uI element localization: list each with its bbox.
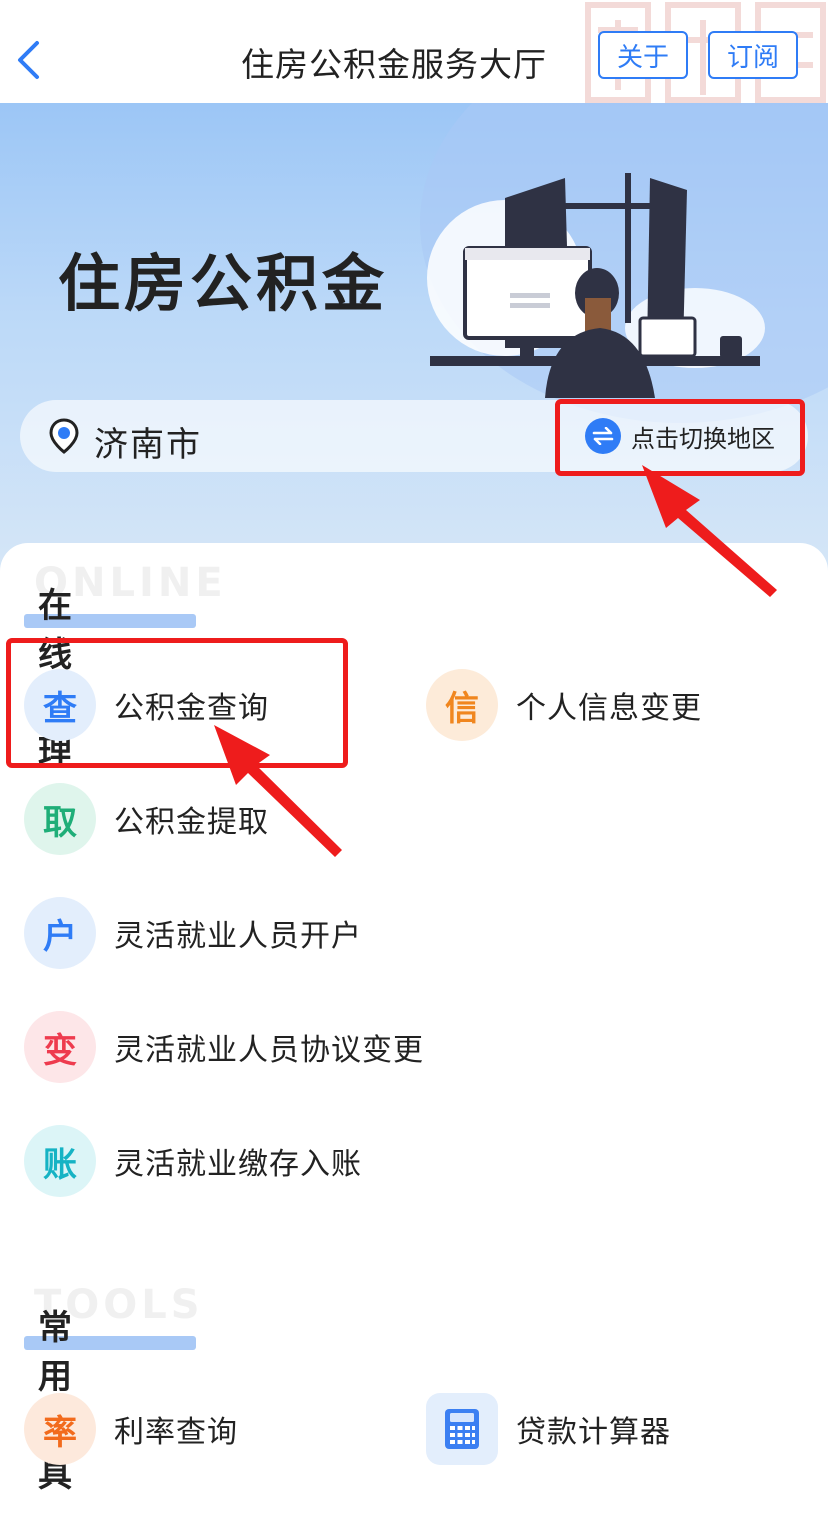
service-flexible-account-open[interactable]: 户 灵活就业人员开户 (24, 896, 362, 970)
annotation-highlight-query (6, 638, 348, 768)
tool-label: 利率查询 (114, 1415, 238, 1450)
tool-label: 贷款计算器 (516, 1415, 671, 1450)
page-title: 住房公积金服务大厅 (241, 45, 547, 84)
current-city: 济南市 (94, 425, 202, 465)
service-personal-info-change[interactable]: 信 个人信息变更 (426, 668, 702, 742)
hero-title: 住房公积金 (58, 247, 389, 320)
service-label: 公积金提取 (114, 805, 269, 840)
service-provident-fund-withdraw[interactable]: 取 公积金提取 (24, 782, 269, 856)
subscribe-button[interactable]: 订阅 (708, 31, 798, 79)
badge-account: 户 (24, 897, 96, 969)
tool-loan-calculator[interactable]: 贷款计算器 (426, 1392, 671, 1466)
badge-rate: 率 (24, 1393, 96, 1465)
top-nav-bar: 住房公积金服务大厅 关于 订阅 (0, 0, 828, 104)
service-label: 个人信息变更 (516, 691, 702, 726)
office-worker-illustration (427, 173, 765, 398)
badge-deposit: 账 (24, 1125, 96, 1197)
annotation-highlight-switch (555, 399, 805, 476)
calculator-icon (426, 1393, 498, 1465)
hero-banner: 住房公积金 济南市 点击切换地区 (0, 103, 828, 573)
badge-info: 信 (426, 669, 498, 741)
service-flexible-deposit[interactable]: 账 灵活就业缴存入账 (24, 1124, 362, 1198)
service-label: 灵活就业人员协议变更 (114, 1033, 424, 1068)
badge-withdraw: 取 (24, 783, 96, 855)
service-flexible-agreement-change[interactable]: 变 灵活就业人员协议变更 (24, 1010, 424, 1084)
about-button[interactable]: 关于 (598, 31, 688, 79)
tool-interest-rate-query[interactable]: 率 利率查询 (24, 1392, 238, 1466)
service-label: 灵活就业缴存入账 (114, 1147, 362, 1182)
service-label: 灵活就业人员开户 (114, 919, 362, 954)
location-pin-icon (49, 418, 79, 454)
badge-change: 变 (24, 1011, 96, 1083)
